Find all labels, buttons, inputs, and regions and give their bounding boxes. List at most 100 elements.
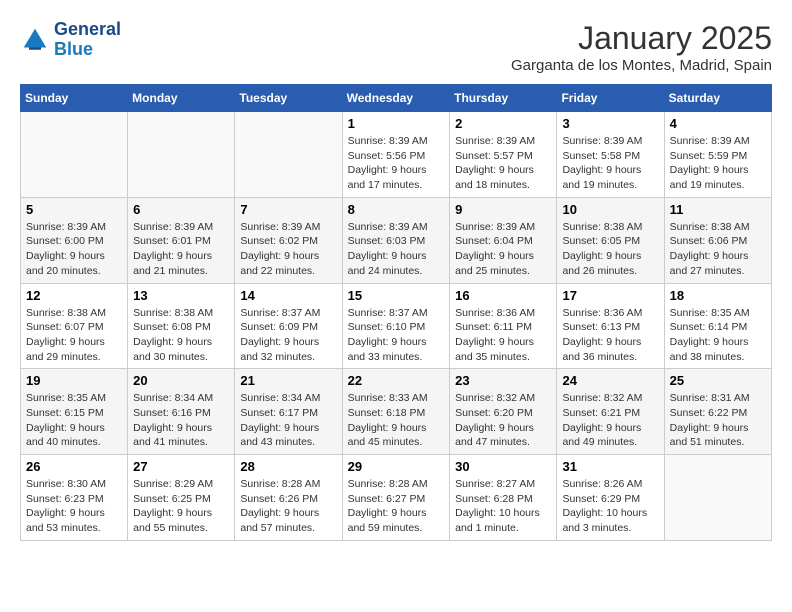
calendar-week-row: 12 Sunrise: 8:38 AM Sunset: 6:07 PM Dayli… xyxy=(21,283,772,369)
day-number: 2 xyxy=(455,116,551,131)
day-info: Sunrise: 8:30 AM Sunset: 6:23 PM Dayligh… xyxy=(26,477,122,536)
calendar-cell: 7 Sunrise: 8:39 AM Sunset: 6:02 PM Daylig… xyxy=(235,197,342,283)
day-info: Sunrise: 8:38 AM Sunset: 6:05 PM Dayligh… xyxy=(562,220,658,279)
day-number: 12 xyxy=(26,288,122,303)
logo-icon xyxy=(20,25,50,55)
calendar-cell: 4 Sunrise: 8:39 AM Sunset: 5:59 PM Daylig… xyxy=(664,112,771,198)
calendar-cell: 27 Sunrise: 8:29 AM Sunset: 6:25 PM Dayli… xyxy=(128,455,235,541)
day-number: 21 xyxy=(240,373,336,388)
day-number: 20 xyxy=(133,373,229,388)
day-number: 9 xyxy=(455,202,551,217)
day-info: Sunrise: 8:39 AM Sunset: 6:01 PM Dayligh… xyxy=(133,220,229,279)
calendar-week-row: 19Sunrise: 8:35 AM Sunset: 6:15 PM Dayli… xyxy=(21,369,772,455)
day-info: Sunrise: 8:39 AM Sunset: 6:00 PM Dayligh… xyxy=(26,220,122,279)
calendar-cell: 5 Sunrise: 8:39 AM Sunset: 6:00 PM Daylig… xyxy=(21,197,128,283)
calendar-cell: 26 Sunrise: 8:30 AM Sunset: 6:23 PM Dayli… xyxy=(21,455,128,541)
calendar-cell xyxy=(235,112,342,198)
day-number: 5 xyxy=(26,202,122,217)
day-info: Sunrise: 8:39 AM Sunset: 5:58 PM Dayligh… xyxy=(562,134,658,193)
day-info: Sunrise: 8:39 AM Sunset: 6:02 PM Dayligh… xyxy=(240,220,336,279)
day-info: Sunrise: 8:31 AM Sunset: 6:22 PM Dayligh… xyxy=(670,391,766,450)
day-info: Sunrise: 8:27 AM Sunset: 6:28 PM Dayligh… xyxy=(455,477,551,536)
day-info: Sunrise: 8:28 AM Sunset: 6:27 PM Dayligh… xyxy=(348,477,445,536)
day-number: 18 xyxy=(670,288,766,303)
calendar-cell: 21 Sunrise: 8:34 AM Sunset: 6:17 PM Dayli… xyxy=(235,369,342,455)
calendar-cell: 9 Sunrise: 8:39 AM Sunset: 6:04 PM Daylig… xyxy=(450,197,557,283)
calendar-week-row: 26 Sunrise: 8:30 AM Sunset: 6:23 PM Dayli… xyxy=(21,455,772,541)
day-info: Sunrise: 8:28 AM Sunset: 6:26 PM Dayligh… xyxy=(240,477,336,536)
day-number: 11 xyxy=(670,202,766,217)
day-number: 13 xyxy=(133,288,229,303)
day-number: 24 xyxy=(562,373,658,388)
calendar-cell: 11 Sunrise: 8:38 AM Sunset: 6:06 PM Dayli… xyxy=(664,197,771,283)
calendar-cell: 31 Sunrise: 8:26 AM Sunset: 6:29 PM Dayli… xyxy=(557,455,664,541)
weekday-header-row: SundayMondayTuesdayWednesdayThursdayFrid… xyxy=(21,85,772,112)
day-number: 3 xyxy=(562,116,658,131)
logo-text: General Blue xyxy=(54,20,121,60)
weekday-header: Wednesday xyxy=(342,85,450,112)
day-number: 22 xyxy=(348,373,445,388)
day-number: 23 xyxy=(455,373,551,388)
calendar-cell: 18Sunrise: 8:35 AM Sunset: 6:14 PM Dayli… xyxy=(664,283,771,369)
calendar-cell: 12 Sunrise: 8:38 AM Sunset: 6:07 PM Dayli… xyxy=(21,283,128,369)
day-number: 1 xyxy=(348,116,445,131)
weekday-header: Sunday xyxy=(21,85,128,112)
weekday-header: Monday xyxy=(128,85,235,112)
day-number: 4 xyxy=(670,116,766,131)
weekday-header: Thursday xyxy=(450,85,557,112)
day-info: Sunrise: 8:36 AM Sunset: 6:11 PM Dayligh… xyxy=(455,306,551,365)
day-info: Sunrise: 8:29 AM Sunset: 6:25 PM Dayligh… xyxy=(133,477,229,536)
location-title: Garganta de los Montes, Madrid, Spain xyxy=(511,57,772,74)
calendar-cell: 19Sunrise: 8:35 AM Sunset: 6:15 PM Dayli… xyxy=(21,369,128,455)
month-title: January 2025 xyxy=(511,20,772,57)
calendar-cell: 3 Sunrise: 8:39 AM Sunset: 5:58 PM Daylig… xyxy=(557,112,664,198)
weekday-header: Saturday xyxy=(664,85,771,112)
day-info: Sunrise: 8:32 AM Sunset: 6:20 PM Dayligh… xyxy=(455,391,551,450)
day-info: Sunrise: 8:26 AM Sunset: 6:29 PM Dayligh… xyxy=(562,477,658,536)
day-info: Sunrise: 8:38 AM Sunset: 6:06 PM Dayligh… xyxy=(670,220,766,279)
calendar-cell: 2Sunrise: 8:39 AM Sunset: 5:57 PM Daylig… xyxy=(450,112,557,198)
calendar-cell xyxy=(128,112,235,198)
calendar-cell: 30 Sunrise: 8:27 AM Sunset: 6:28 PM Dayli… xyxy=(450,455,557,541)
day-number: 29 xyxy=(348,459,445,474)
day-info: Sunrise: 8:38 AM Sunset: 6:07 PM Dayligh… xyxy=(26,306,122,365)
weekday-header: Friday xyxy=(557,85,664,112)
logo-line1: General xyxy=(54,20,121,40)
page-header: General Blue January 2025 Garganta de lo… xyxy=(20,20,772,74)
day-info: Sunrise: 8:39 AM Sunset: 5:59 PM Dayligh… xyxy=(670,134,766,193)
calendar-cell: 28 Sunrise: 8:28 AM Sunset: 6:26 PM Dayli… xyxy=(235,455,342,541)
calendar-cell: 15Sunrise: 8:37 AM Sunset: 6:10 PM Dayli… xyxy=(342,283,450,369)
calendar-week-row: 1 Sunrise: 8:39 AM Sunset: 5:56 PM Daylig… xyxy=(21,112,772,198)
day-info: Sunrise: 8:39 AM Sunset: 6:04 PM Dayligh… xyxy=(455,220,551,279)
day-number: 7 xyxy=(240,202,336,217)
calendar-cell: 23 Sunrise: 8:32 AM Sunset: 6:20 PM Dayli… xyxy=(450,369,557,455)
calendar-cell xyxy=(664,455,771,541)
calendar-cell: 8Sunrise: 8:39 AM Sunset: 6:03 PM Daylig… xyxy=(342,197,450,283)
calendar-cell: 24 Sunrise: 8:32 AM Sunset: 6:21 PM Dayli… xyxy=(557,369,664,455)
calendar-cell: 20Sunrise: 8:34 AM Sunset: 6:16 PM Dayli… xyxy=(128,369,235,455)
calendar-cell: 17Sunrise: 8:36 AM Sunset: 6:13 PM Dayli… xyxy=(557,283,664,369)
day-number: 30 xyxy=(455,459,551,474)
calendar-week-row: 5 Sunrise: 8:39 AM Sunset: 6:00 PM Daylig… xyxy=(21,197,772,283)
day-info: Sunrise: 8:38 AM Sunset: 6:08 PM Dayligh… xyxy=(133,306,229,365)
day-info: Sunrise: 8:36 AM Sunset: 6:13 PM Dayligh… xyxy=(562,306,658,365)
day-info: Sunrise: 8:35 AM Sunset: 6:15 PM Dayligh… xyxy=(26,391,122,450)
title-block: January 2025 Garganta de los Montes, Mad… xyxy=(511,20,772,74)
day-info: Sunrise: 8:37 AM Sunset: 6:10 PM Dayligh… xyxy=(348,306,445,365)
day-info: Sunrise: 8:39 AM Sunset: 5:56 PM Dayligh… xyxy=(348,134,445,193)
day-number: 28 xyxy=(240,459,336,474)
calendar-cell xyxy=(21,112,128,198)
day-number: 26 xyxy=(26,459,122,474)
day-number: 8 xyxy=(348,202,445,217)
day-info: Sunrise: 8:33 AM Sunset: 6:18 PM Dayligh… xyxy=(348,391,445,450)
day-info: Sunrise: 8:34 AM Sunset: 6:17 PM Dayligh… xyxy=(240,391,336,450)
calendar-cell: 13 Sunrise: 8:38 AM Sunset: 6:08 PM Dayli… xyxy=(128,283,235,369)
day-number: 10 xyxy=(562,202,658,217)
day-number: 27 xyxy=(133,459,229,474)
calendar-cell: 14Sunrise: 8:37 AM Sunset: 6:09 PM Dayli… xyxy=(235,283,342,369)
day-number: 16 xyxy=(455,288,551,303)
calendar-table: SundayMondayTuesdayWednesdayThursdayFrid… xyxy=(20,84,772,541)
day-info: Sunrise: 8:32 AM Sunset: 6:21 PM Dayligh… xyxy=(562,391,658,450)
day-number: 31 xyxy=(562,459,658,474)
day-info: Sunrise: 8:37 AM Sunset: 6:09 PM Dayligh… xyxy=(240,306,336,365)
